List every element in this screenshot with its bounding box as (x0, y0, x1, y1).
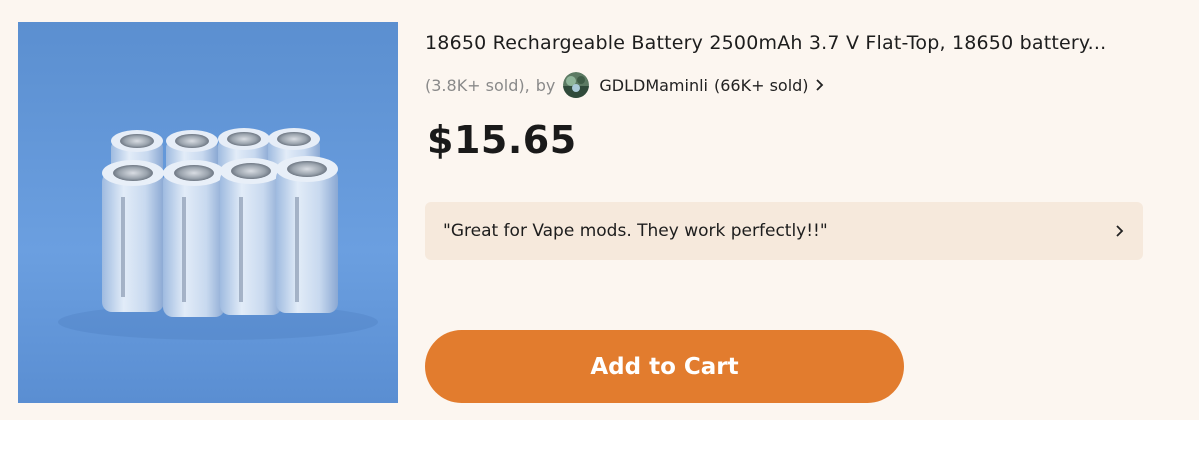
store-sold-count: (66K+ sold) (713, 75, 809, 95)
chevron-right-icon (1115, 224, 1125, 238)
store-avatar-icon[interactable] (563, 72, 590, 98)
product-price: $15.65 (427, 118, 577, 162)
store-name: GDLDMaminli (599, 75, 708, 95)
product-sold-count: (3.8K+ sold), (425, 75, 530, 95)
add-to-cart-button[interactable]: Add to Cart (425, 330, 904, 403)
review-highlight[interactable]: "Great for Vape mods. They work perfectl… (425, 202, 1143, 260)
product-title[interactable]: 18650 Rechargeable Battery 2500mAh 3.7 V… (425, 32, 1170, 54)
product-card: 18650 Rechargeable Battery 2500mAh 3.7 V… (0, 0, 1199, 420)
store-link[interactable]: GDLDMaminli (66K+ sold) (599, 76, 824, 95)
review-quote: "Great for Vape mods. They work perfectl… (443, 221, 828, 241)
chevron-right-icon (815, 78, 825, 92)
sales-info-row: (3.8K+ sold), by GDLDMaminli (66K+ sold) (425, 72, 825, 98)
product-image[interactable] (18, 22, 398, 403)
by-label: by (535, 75, 556, 95)
